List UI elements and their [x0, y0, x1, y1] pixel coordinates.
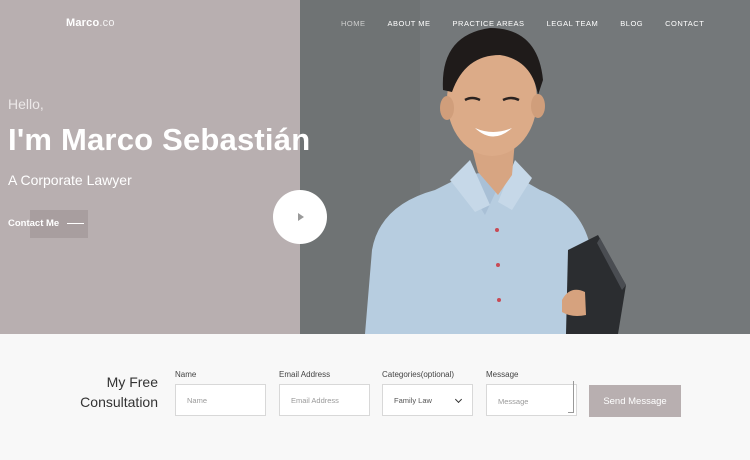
consultation-title-line1: My Free: [106, 374, 158, 390]
hero-greeting: Hello,: [8, 96, 44, 112]
lawyer-portrait-image: [300, 0, 750, 334]
main-nav: HOME ABOUT ME PRACTICE AREAS LEGAL TEAM …: [341, 19, 726, 28]
resize-handle-icon[interactable]: [568, 381, 574, 413]
nav-contact[interactable]: CONTACT: [665, 19, 704, 28]
nav-practice-areas[interactable]: PRACTICE AREAS: [453, 19, 525, 28]
name-field-group: Name Name: [175, 370, 266, 416]
nav-home[interactable]: HOME: [341, 19, 366, 28]
email-field-group: Email Address Email Address: [279, 370, 370, 416]
send-message-button[interactable]: Send Message: [589, 385, 681, 417]
message-label: Message: [486, 370, 519, 379]
arrow-line-icon: [67, 223, 85, 224]
name-placeholder: Name: [187, 395, 208, 405]
message-field-group: Message Message: [486, 370, 577, 416]
message-textarea[interactable]: Message: [486, 381, 577, 416]
brand-logo[interactable]: Marco.co: [66, 17, 115, 29]
brand-suffix: .co: [99, 17, 115, 29]
nav-blog[interactable]: BLOG: [620, 19, 643, 28]
hero-photo: [300, 0, 750, 334]
email-placeholder: Email Address: [291, 395, 339, 405]
hero-section: Marco.co HOME ABOUT ME PRACTICE AREAS LE…: [0, 0, 750, 334]
contact-me-link[interactable]: Contact Me: [8, 218, 85, 229]
nav-legal-team[interactable]: LEGAL TEAM: [547, 19, 599, 28]
email-label: Email Address: [279, 370, 331, 379]
contact-me-label: Contact Me: [8, 218, 60, 229]
category-selected-value: Family Law: [394, 395, 432, 405]
name-label: Name: [175, 370, 197, 379]
hero-subtitle: A Corporate Lawyer: [8, 172, 132, 188]
chevron-down-icon: [454, 395, 463, 404]
email-input[interactable]: Email Address: [279, 384, 370, 416]
hero-left-panel: [0, 0, 300, 334]
brand-name: Marco: [66, 17, 100, 29]
category-select[interactable]: Family Law: [382, 384, 473, 416]
category-label: Categories(optional): [382, 370, 455, 379]
consultation-title: My Free Consultation: [80, 372, 158, 412]
message-placeholder: Message: [498, 396, 529, 406]
nav-about-me[interactable]: ABOUT ME: [388, 19, 431, 28]
name-input[interactable]: Name: [175, 384, 266, 416]
category-field-group: Categories(optional) Family Law: [382, 370, 473, 416]
play-video-button[interactable]: [273, 190, 327, 244]
play-icon: [298, 213, 304, 221]
consultation-title-line2: Consultation: [80, 394, 158, 410]
hero-headline: I'm Marco Sebastián: [8, 122, 311, 157]
consultation-section: My Free Consultation Name Name Email Add…: [0, 334, 750, 460]
